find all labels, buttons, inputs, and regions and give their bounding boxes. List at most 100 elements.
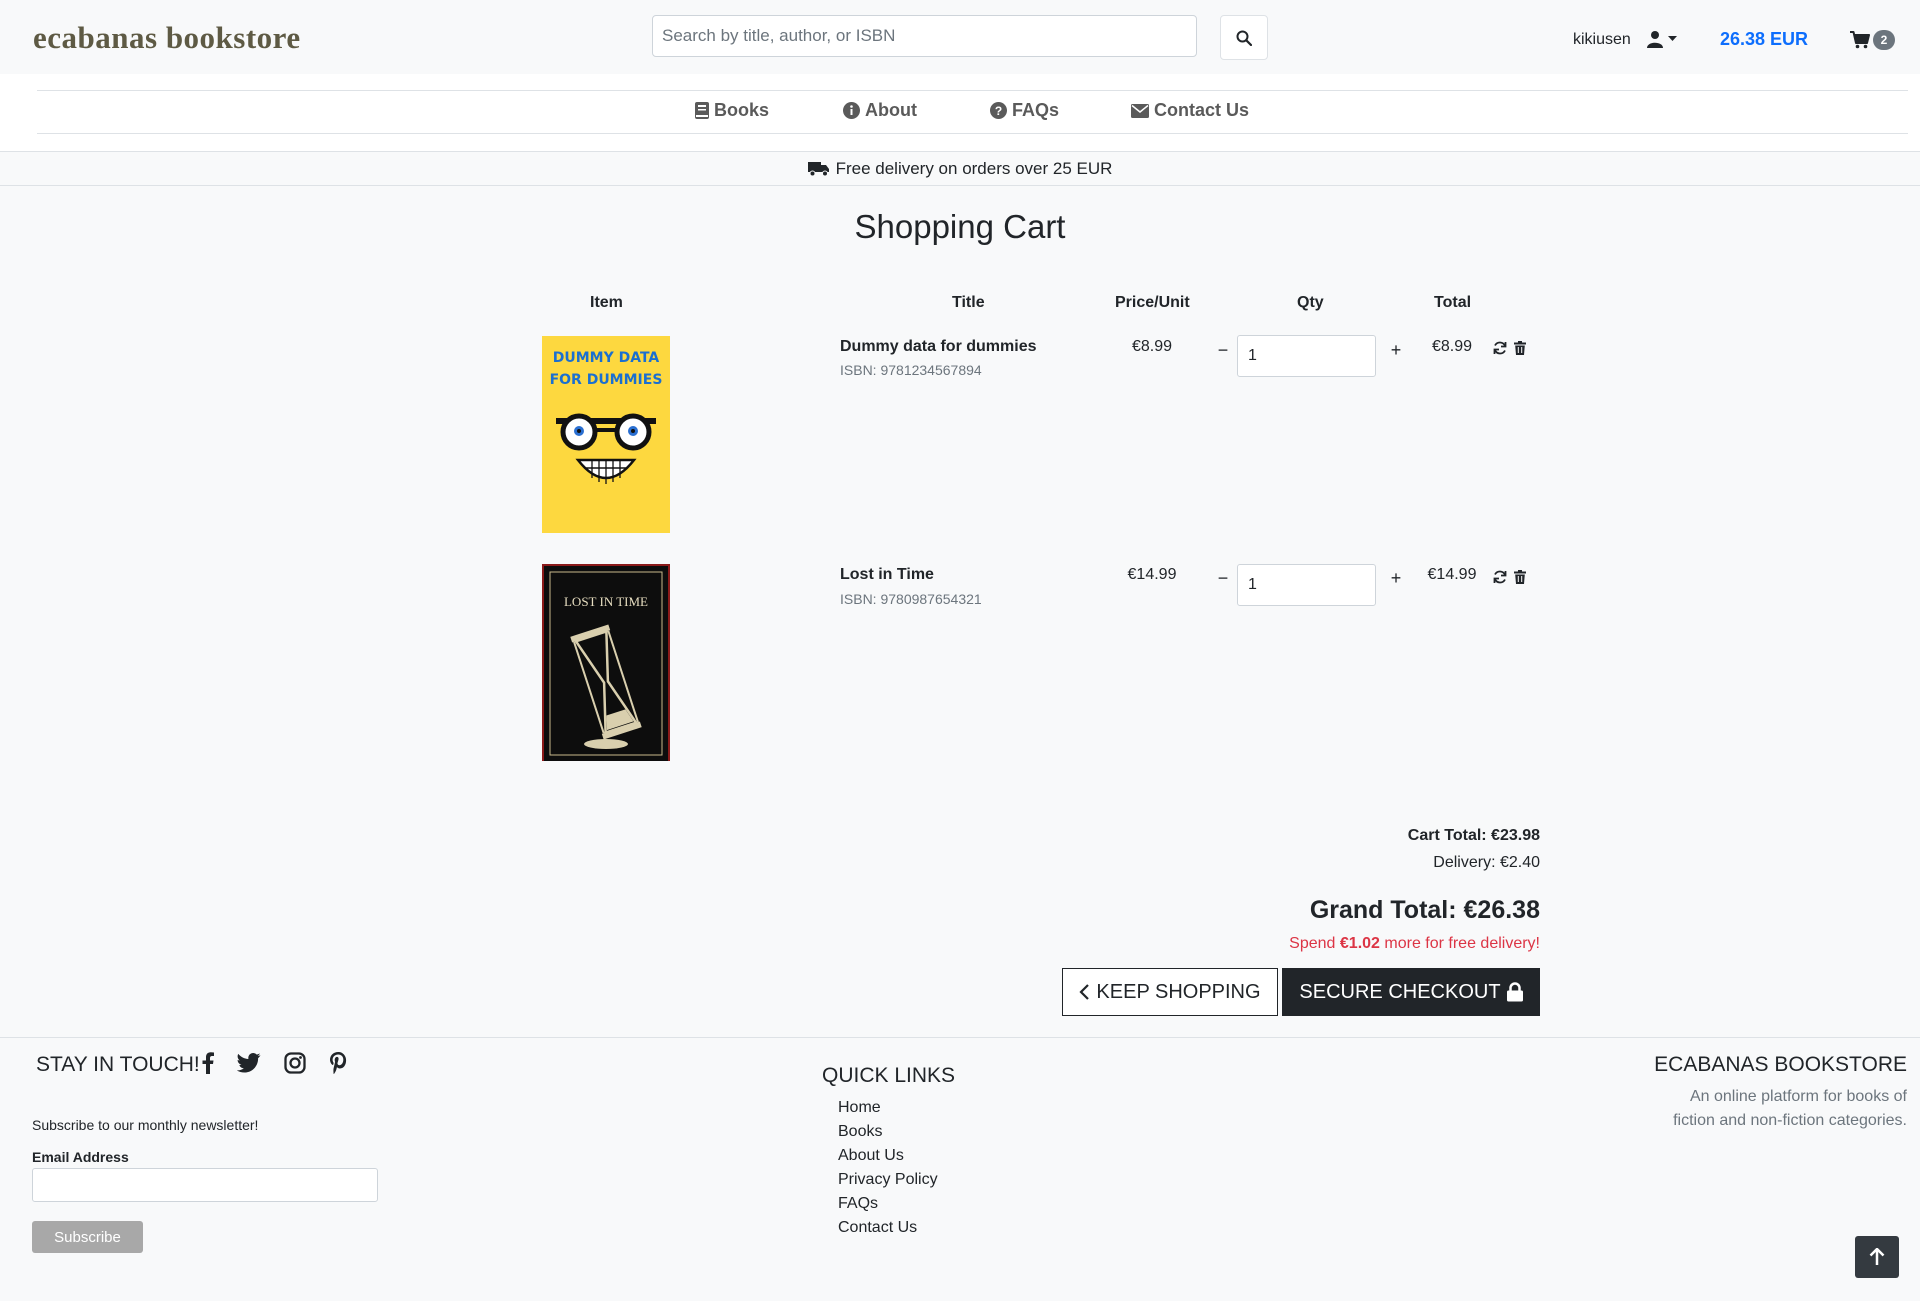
qty-decrement-button[interactable]: − <box>1213 568 1233 589</box>
qty-input[interactable] <box>1237 335 1376 377</box>
cover-text: DUMMY DATA <box>553 350 660 366</box>
info-circle-icon <box>843 102 860 119</box>
free-delivery-prefix: Spend <box>1289 935 1340 952</box>
remove-item-button[interactable] <box>1513 570 1527 586</box>
column-header-qty: Qty <box>1297 294 1324 311</box>
qty-decrement-button[interactable]: − <box>1213 340 1233 361</box>
cart-item-isbn: ISBN: 9780987654321 <box>840 591 982 607</box>
header-cart-total[interactable]: 26.38 EUR <box>1720 29 1808 50</box>
svg-text:?: ? <box>995 104 1002 118</box>
email-label: Email Address <box>32 1149 129 1165</box>
cart-item-isbn: ISBN: 9781234567894 <box>840 362 982 378</box>
keep-shopping-label: KEEP SHOPPING <box>1096 980 1261 1003</box>
qty-input[interactable] <box>1237 564 1376 606</box>
qty-increment-button[interactable]: + <box>1386 340 1406 361</box>
username: kikiusen <box>1573 31 1631 48</box>
footer-link-contact[interactable]: Contact Us <box>838 1216 938 1240</box>
nav-divider <box>37 133 1908 134</box>
user-icon <box>1647 31 1663 48</box>
email-field[interactable] <box>32 1168 378 1202</box>
update-item-button[interactable] <box>1492 341 1508 357</box>
column-header-title: Title <box>952 294 985 311</box>
chevron-left-icon <box>1079 984 1090 1000</box>
truck-icon <box>807 161 829 176</box>
delivery-cost: Delivery: €2.40 <box>1433 854 1540 871</box>
keep-shopping-button[interactable]: KEEP SHOPPING <box>1062 968 1278 1016</box>
nav-faqs-label: FAQs <box>1012 100 1060 120</box>
nav-divider <box>37 90 1908 91</box>
quick-links-heading: QUICK LINKS <box>822 1064 956 1087</box>
free-delivery-message: Spend €1.02 more for free delivery! <box>1289 935 1540 953</box>
secure-checkout-button[interactable]: SECURE CHECKOUT <box>1282 968 1540 1016</box>
refresh-icon <box>1493 341 1507 355</box>
column-header-price: Price/Unit <box>1115 294 1190 311</box>
cart-count-badge: 2 <box>1873 30 1895 50</box>
checkout-label: SECURE CHECKOUT <box>1299 980 1501 1003</box>
search-button[interactable] <box>1220 15 1268 60</box>
nav-faqs[interactable]: ? FAQs <box>990 100 1059 121</box>
promo-bar: Free delivery on orders over 25 EUR <box>0 152 1920 186</box>
instagram-icon[interactable] <box>284 1052 306 1074</box>
nav-books[interactable]: Books <box>695 100 769 121</box>
cover-text: FOR DUMMIES <box>550 372 663 388</box>
quick-links-list: Home Books About Us Privacy Policy FAQs … <box>838 1096 938 1240</box>
cart-item-price: €8.99 <box>1131 338 1173 355</box>
book-icon <box>695 102 709 119</box>
footer-brand-heading: ECABANAS BOOKSTORE <box>1654 1053 1907 1076</box>
cart-item-total: €14.99 <box>1427 566 1477 583</box>
trash-icon <box>1514 341 1526 355</box>
nav-contact[interactable]: Contact Us <box>1131 100 1249 121</box>
pinterest-icon[interactable] <box>329 1052 347 1074</box>
cart-item-price: €14.99 <box>1127 566 1177 583</box>
twitter-icon[interactable] <box>237 1053 261 1073</box>
free-delivery-amount: €1.02 <box>1339 935 1380 952</box>
main-nav <box>0 74 1920 152</box>
nav-contact-label: Contact Us <box>1154 100 1250 120</box>
nav-about-label: About <box>865 100 917 120</box>
question-circle-icon: ? <box>990 102 1007 119</box>
remove-item-button[interactable] <box>1513 341 1527 357</box>
caret-down-icon <box>1668 36 1677 41</box>
cart-item-title[interactable]: Dummy data for dummies <box>840 338 1036 356</box>
page-title: Shopping Cart <box>854 208 1066 245</box>
search-icon <box>1236 30 1252 46</box>
free-delivery-suffix: more for free delivery! <box>1379 935 1540 952</box>
user-menu-button[interactable] <box>1646 30 1677 48</box>
footer-link-faqs[interactable]: FAQs <box>838 1192 938 1216</box>
brand-logo[interactable]: ecabanas bookstore <box>33 20 301 56</box>
envelope-icon <box>1131 103 1149 118</box>
trash-icon <box>1514 570 1526 584</box>
stay-in-touch-heading: STAY IN TOUCH! <box>36 1053 200 1076</box>
cart-item-total: €8.99 <box>1431 338 1473 355</box>
social-links <box>202 1052 347 1074</box>
footer-link-about[interactable]: About Us <box>838 1144 938 1168</box>
book-cover-image[interactable]: LOST IN TIME <box>542 564 670 761</box>
column-header-total: Total <box>1434 294 1472 311</box>
book-cover-image[interactable]: DUMMY DATA FOR DUMMIES <box>542 336 670 533</box>
lock-icon <box>1506 982 1523 1002</box>
footer-link-privacy[interactable]: Privacy Policy <box>838 1168 938 1192</box>
cart-icon <box>1850 31 1870 49</box>
qty-increment-button[interactable]: + <box>1386 568 1406 589</box>
cover-text: LOST IN TIME <box>564 594 648 609</box>
footer-brand-description: An online platform for books of fiction … <box>1673 1088 1907 1129</box>
search-input[interactable] <box>652 15 1197 57</box>
refresh-icon <box>1493 570 1507 584</box>
column-header-item: Item <box>590 294 623 311</box>
cart-subtotal: Cart Total: €23.98 <box>1407 827 1540 844</box>
update-item-button[interactable] <box>1492 570 1508 586</box>
footer-link-books[interactable]: Books <box>838 1120 938 1144</box>
back-to-top-button[interactable] <box>1855 1236 1899 1278</box>
newsletter-text: Subscribe to our monthly newsletter! <box>32 1117 259 1133</box>
nav-books-label: Books <box>714 100 770 120</box>
footer-link-home[interactable]: Home <box>838 1096 938 1120</box>
subscribe-button[interactable]: Subscribe <box>32 1221 143 1253</box>
nav-about[interactable]: About <box>843 100 917 121</box>
cart-button[interactable]: 2 <box>1850 30 1895 50</box>
promo-text: Free delivery on orders over 25 EUR <box>835 158 1113 178</box>
footer-divider <box>0 1037 1920 1038</box>
cart-item-title[interactable]: Lost in Time <box>840 566 934 584</box>
arrow-up-icon <box>1869 1248 1885 1265</box>
facebook-icon[interactable] <box>202 1052 214 1074</box>
grand-total: Grand Total: €26.38 <box>1309 896 1540 924</box>
